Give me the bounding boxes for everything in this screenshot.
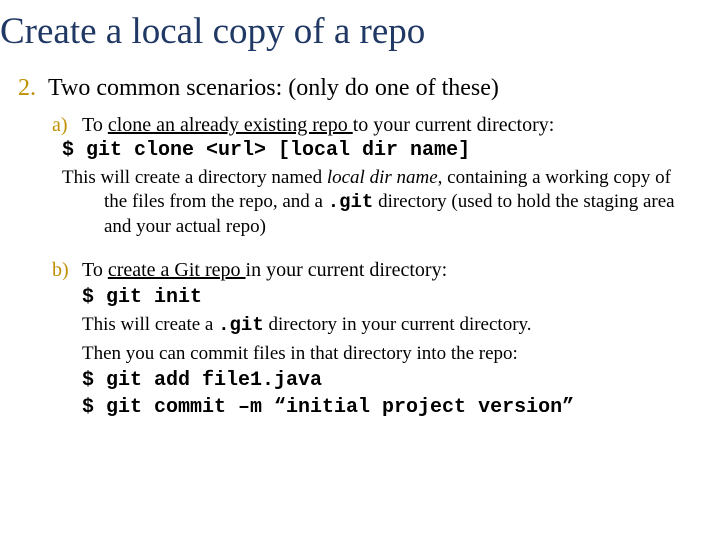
b-desc1: This will create a .git directory in you…: [82, 313, 698, 338]
list-marker-2: 2.: [18, 75, 48, 102]
sub-text-a: To clone an already existing repo to you…: [82, 114, 554, 137]
code-git-commit: $ git commit –m “initial project version…: [82, 396, 698, 419]
a-description: This will create a directory named local…: [62, 166, 698, 239]
b-desc2: Then you can commit files in that direct…: [82, 342, 698, 366]
b-lead: To: [82, 259, 108, 281]
b-desc1-git: .git: [218, 314, 264, 336]
list-item-2: 2. Two common scenarios: (only do one of…: [18, 75, 698, 102]
sub-text-b: To create a Git repo in your current dir…: [82, 259, 447, 282]
b-desc1-pre: This will create a: [82, 314, 218, 335]
code-git-add: $ git add file1.java: [82, 369, 698, 392]
sub-marker-b: b): [52, 259, 82, 282]
list-text-2: Two common scenarios: (only do one of th…: [48, 75, 499, 102]
slide-title: Create a local copy of a repo: [0, 10, 698, 53]
sublist-b: b) To create a Git repo in your current …: [0, 259, 698, 420]
code-git-init: $ git init: [82, 286, 698, 309]
sub-item-b: b) To create a Git repo in your current …: [52, 259, 698, 282]
a-lead: To: [82, 114, 108, 136]
a-desc-pre: This will create a directory named: [62, 167, 327, 188]
a-underlined: clone an already existing repo: [108, 114, 353, 136]
sub-marker-a: a): [52, 114, 82, 137]
sublist-a: a) To clone an already existing repo to …: [0, 114, 698, 239]
a-desc-localdir: local dir name: [327, 167, 438, 188]
a-tail: to your current directory:: [353, 114, 555, 136]
b-underlined: create a Git repo: [108, 259, 246, 281]
b-desc1-post: directory in your current directory.: [264, 314, 532, 335]
sub-item-a: a) To clone an already existing repo to …: [52, 114, 698, 137]
a-desc-git: .git: [328, 191, 374, 213]
b-tail: in your current directory:: [246, 259, 448, 281]
code-git-clone: $ git clone <url> [local dir name]: [62, 139, 698, 162]
